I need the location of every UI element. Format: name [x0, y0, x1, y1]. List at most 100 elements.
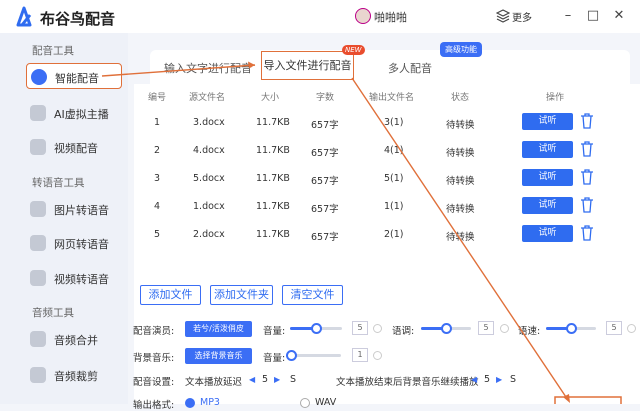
decrease-arrow-icon[interactable]: ◀: [249, 375, 255, 384]
speed-slider-knob[interactable]: [566, 323, 577, 334]
maximize-button[interactable]: □: [585, 8, 601, 24]
status-text: 待转换: [446, 176, 475, 187]
source-file-name: 2.docx: [193, 229, 225, 240]
clear-files-button[interactable]: 清空文件: [282, 285, 343, 305]
output-file-name[interactable]: 1(1): [384, 201, 404, 212]
text-delay-label: 文本播放延迟: [185, 377, 243, 388]
tab-text-dubbing[interactable]: 输入文字进行配音: [164, 60, 252, 82]
table-row[interactable]: 5 2.docx 11.7KB 657字 2(1) 待转换 试听: [140, 222, 630, 250]
listen-button[interactable]: 试听: [522, 197, 573, 214]
format-mp3-label[interactable]: MP3: [200, 397, 220, 408]
output-file-name[interactable]: 2(1): [384, 229, 404, 240]
word-count: 657字: [311, 120, 339, 131]
tone-value[interactable]: 5: [478, 321, 494, 335]
listen-button[interactable]: 试听: [522, 169, 573, 186]
sidebar-item-audio-cut[interactable]: 音频裁剪: [26, 362, 122, 388]
trash-icon[interactable]: [580, 141, 594, 157]
premium-badge: 高级功能: [440, 42, 482, 57]
tab-multi-voice[interactable]: 多人配音: [388, 60, 432, 82]
reset-icon[interactable]: [373, 351, 382, 360]
speed-label: 语速:: [518, 326, 541, 337]
increase-arrow-icon[interactable]: ▶: [496, 375, 502, 384]
sidebar-item-image-to-speech[interactable]: 图片转语音: [26, 196, 122, 222]
sidebar-item-audio-merge[interactable]: 音频合并: [26, 326, 122, 352]
format-wav-label[interactable]: WAV: [315, 397, 336, 408]
bgm-volume-slider[interactable]: [286, 350, 341, 361]
volume-slider-knob[interactable]: [311, 323, 322, 334]
output-file-name[interactable]: 4(1): [384, 145, 404, 156]
tab-import-file-dubbing[interactable]: 导入文件进行配音: [261, 51, 354, 80]
column-header: 输出文件名: [369, 93, 415, 103]
sidebar-item-video-to-speech[interactable]: 视频转语音: [26, 265, 122, 291]
sidebar-item-label: 音频裁剪: [54, 370, 98, 383]
bgm-continue-unit: S: [510, 374, 517, 385]
reset-icon[interactable]: [627, 324, 636, 333]
volume-slider[interactable]: [290, 323, 342, 334]
voice-icon: [31, 69, 47, 85]
table-row[interactable]: 3 5.docx 11.7KB 657字 5(1) 待转换 试听: [140, 166, 630, 194]
file-size: 11.7KB: [256, 201, 290, 212]
word-count: 657字: [311, 148, 339, 159]
decrease-arrow-icon[interactable]: ◀: [471, 375, 477, 384]
sidebar-item-video-dubbing[interactable]: 视频配音: [26, 134, 122, 160]
text-delay-unit: S: [290, 374, 297, 385]
table-row[interactable]: 2 4.docx 11.7KB 657字 4(1) 待转换 试听: [140, 138, 630, 166]
table-row[interactable]: 4 1.docx 11.7KB 657字 1(1) 待转换 试听: [140, 194, 630, 222]
output-file-name[interactable]: 5(1): [384, 173, 404, 184]
sidebar-item-label: 音频合并: [54, 334, 98, 347]
tone-slider[interactable]: [421, 323, 471, 334]
file-size: 11.7KB: [256, 145, 290, 156]
volume-value[interactable]: 5: [352, 321, 368, 335]
speed-slider[interactable]: [546, 323, 596, 334]
more-menu[interactable]: 更多: [512, 9, 532, 24]
table-row[interactable]: 1 3.docx 11.7KB 657字 3(1) 待转换 试听: [140, 110, 630, 138]
volume-label: 音量:: [263, 326, 286, 337]
minimize-button[interactable]: –: [560, 8, 576, 24]
voice-actor-select[interactable]: 若兮/活泼俏皮: [185, 321, 252, 337]
cut-icon: [30, 367, 46, 383]
sidebar-item-web-to-speech[interactable]: 网页转语音: [26, 230, 122, 256]
trash-icon[interactable]: [580, 197, 594, 213]
bgm-continue-label: 文本播放结束后背景音乐继续播放: [336, 377, 479, 388]
reset-icon[interactable]: [373, 324, 382, 333]
listen-button[interactable]: 试听: [522, 141, 573, 158]
listen-button[interactable]: 试听: [522, 225, 573, 242]
row-number: 4: [154, 201, 161, 212]
word-count: 657字: [311, 204, 339, 215]
image-icon: [30, 201, 46, 217]
bgm-select[interactable]: 选择背景音乐: [185, 348, 252, 364]
output-file-name[interactable]: 3(1): [384, 117, 404, 128]
column-header: 编号: [148, 93, 167, 103]
radio-wav[interactable]: [300, 398, 310, 408]
sidebar-item-smart-dubbing[interactable]: 智能配音: [26, 63, 122, 89]
section-audio-tools: 音频工具: [32, 307, 74, 319]
output-format-label: 输出格式:: [133, 400, 175, 411]
close-button[interactable]: ✕: [611, 8, 627, 24]
status-text: 待转换: [446, 120, 475, 131]
reset-icon[interactable]: [500, 324, 509, 333]
user-avatar[interactable]: [355, 8, 371, 24]
layers-icon[interactable]: [496, 9, 510, 23]
status-text: 待转换: [446, 148, 475, 159]
column-header: 大小: [261, 93, 280, 103]
sidebar-item-ai-anchor[interactable]: AI虚拟主播: [26, 100, 122, 126]
increase-arrow-icon[interactable]: ▶: [274, 375, 280, 384]
radio-mp3[interactable]: [185, 398, 195, 408]
listen-button[interactable]: 试听: [522, 113, 573, 130]
trash-icon[interactable]: [580, 225, 594, 241]
video-audio-icon: [30, 270, 46, 286]
column-header: 状态: [451, 93, 470, 103]
tone-slider-knob[interactable]: [441, 323, 452, 334]
tone-label: 语调:: [392, 326, 415, 337]
speed-value[interactable]: 5: [606, 321, 622, 335]
row-number: 5: [154, 229, 161, 240]
new-badge: NEW: [342, 45, 365, 55]
trash-icon[interactable]: [580, 169, 594, 185]
add-folder-button[interactable]: 添加文件夹: [210, 285, 273, 305]
add-file-button[interactable]: 添加文件: [140, 285, 201, 305]
bgm-volume-slider-knob[interactable]: [286, 350, 297, 361]
user-name[interactable]: 啪啪啪: [374, 9, 407, 25]
trash-icon[interactable]: [580, 113, 594, 129]
bgm-volume-value[interactable]: 1: [352, 348, 368, 362]
row-number: 3: [154, 173, 161, 184]
